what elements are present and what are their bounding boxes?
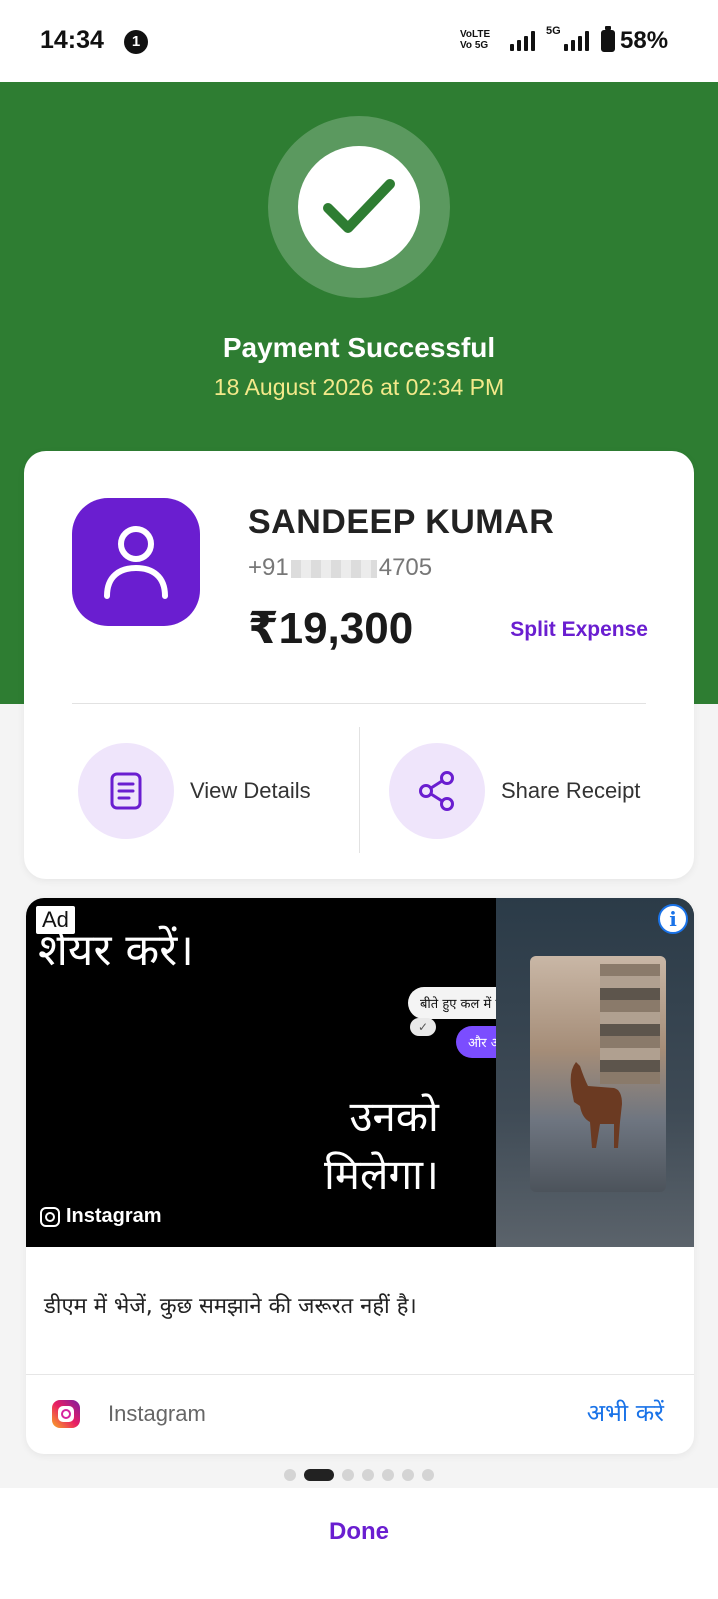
card-divider [72, 703, 646, 704]
status-bar: 14:34 1 VoLTE Vo 5G 5G 58% [0, 0, 718, 82]
chat-tick-icon: ✓ [410, 1018, 436, 1036]
ad-phone-image [496, 898, 694, 1247]
ad-info-icon[interactable]: i [658, 904, 688, 934]
share-receipt-label: Share Receipt [501, 778, 641, 803]
split-expense-link[interactable]: Split Expense [510, 618, 648, 642]
payee-name: SANDEEP KUMAR [248, 503, 555, 541]
signal-strength-icon [510, 31, 535, 51]
ad-body-text: डीएम में भेजें, कुछ समझाने की जरूरत नहीं… [44, 1294, 417, 1319]
pager-dot[interactable] [422, 1469, 434, 1481]
share-icon [389, 743, 485, 839]
instagram-logo-icon [52, 1400, 80, 1428]
instagram-icon [40, 1206, 60, 1227]
ad-card[interactable]: शेयर करें। Ad बीते हुए कल में हम ✓ और आज… [26, 898, 694, 1454]
share-receipt-button[interactable]: Share Receipt [389, 743, 640, 839]
payment-status-title: Payment Successful [222, 332, 496, 363]
ad-footer-divider [26, 1374, 694, 1375]
network-5g-label: 5G [546, 25, 561, 37]
bottom-bar: Done [0, 1488, 718, 1599]
success-halo [268, 116, 450, 298]
done-button[interactable]: Done [0, 1518, 718, 1546]
phone-suffix: 4705 [378, 554, 433, 581]
ad-headline-main: उनको मिलेगा। [324, 1088, 439, 1204]
payment-summary-card: SANDEEP KUMAR +91 4705 ₹19,300 Split Expe… [24, 451, 694, 879]
ad-label: Ad [36, 906, 75, 934]
pager-dot[interactable] [342, 1469, 354, 1481]
ad-headline-line-1: उनको [349, 1092, 439, 1141]
pager-dot[interactable] [402, 1469, 414, 1481]
phone-prefix: +91 [248, 554, 289, 581]
payment-timestamp: 18 August 2026 at 02:34 PM [213, 374, 505, 400]
payment-amount: ₹19,300 [248, 604, 414, 653]
ad-brand-badge: Instagram [40, 1205, 162, 1228]
vo5g-label: Vo 5G [460, 40, 489, 51]
pager-dot[interactable] [362, 1469, 374, 1481]
ad-advertiser-name: Instagram [108, 1401, 206, 1426]
pager-dot[interactable] [382, 1469, 394, 1481]
battery-icon [601, 26, 615, 52]
notification-count-badge: 1 [124, 30, 148, 54]
document-icon [78, 743, 174, 839]
action-divider [359, 727, 360, 853]
pager-dot[interactable] [284, 1469, 296, 1481]
phone-redacted [290, 559, 377, 578]
ad-phone-screen [530, 956, 666, 1192]
ad-media[interactable]: शेयर करें। Ad बीते हुए कल में हम ✓ और आज… [26, 898, 694, 1247]
signal-strength-icon-2 [564, 31, 589, 51]
pager-dot[interactable] [304, 1469, 334, 1481]
ad-headline-line-2: मिलेगा। [324, 1150, 439, 1199]
volte-label: VoLTE [460, 29, 491, 40]
battery-percent: 58% [620, 27, 669, 54]
ad-cta-button[interactable]: अभी करें [587, 1396, 664, 1429]
success-check-icon [298, 146, 420, 268]
payee-phone: +91 4705 [248, 554, 432, 582]
view-details-button[interactable]: View Details [78, 743, 311, 839]
status-time: 14:34 [40, 26, 104, 54]
ad-carousel-pager [0, 1469, 718, 1481]
payee-avatar-icon [72, 498, 200, 626]
volte-indicator: VoLTE Vo 5G [460, 29, 490, 51]
view-details-label: View Details [190, 778, 311, 803]
ad-brand-name: Instagram [66, 1205, 162, 1227]
horse-image [570, 1062, 622, 1148]
